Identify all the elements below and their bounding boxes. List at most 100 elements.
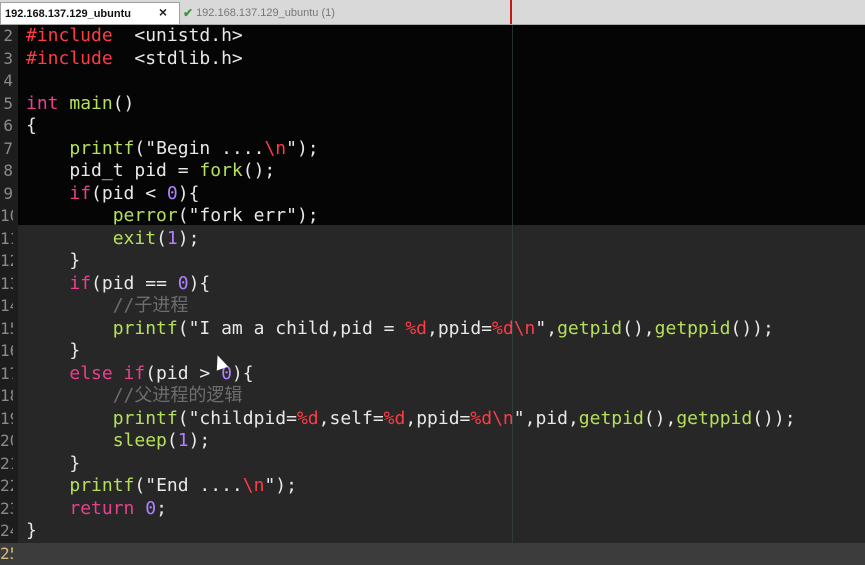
line-number: 9 [0,183,13,206]
tab-ubuntu-session[interactable]: 192.168.137.129_ubuntu × [0,2,180,24]
code-line[interactable]: 16 } [0,340,865,363]
code-token: (pid == [91,273,178,294]
code-token: ("fork err"); [178,205,319,226]
code-line[interactable]: 8 pid_t pid = fork(); [0,160,865,183]
code-text: exit(1); [26,228,210,251]
code-token [26,205,113,226]
line-number: 2 [0,25,13,48]
code-token: 0 [167,183,178,204]
code-line[interactable]: 18 //父进程的逻辑 [0,385,865,408]
code-token: ("childpid= [178,408,297,429]
code-line[interactable]: 17 else if(pid > 0){ [0,363,865,386]
code-token: ("Begin .... [134,138,264,159]
check-icon: ✔ [183,6,193,20]
code-token: 0 [145,498,156,519]
code-token [26,498,69,519]
code-token: getppid [676,408,752,429]
code-token: sleep [113,430,167,451]
code-line[interactable]: 2 #include <unistd.h> [0,25,865,48]
code-text: printf("I am a child,pid = %d,ppid=%d\n"… [26,318,774,341]
tab-label: 192.168.137.129_ubuntu [5,8,131,20]
code-line[interactable]: 19 printf("childpid=%d,self=%d,ppid=%d\n… [0,408,865,431]
code-token: (); [243,160,276,181]
code-token: (), [644,408,677,429]
code-token: perror [113,205,178,226]
code-line[interactable]: 20 sleep(1); [0,430,865,453]
code-token: pid_t pid = [26,160,199,181]
code-token [26,273,69,294]
code-token: %d [384,408,406,429]
code-token: <stdlib.h> [113,48,243,69]
code-text: } [26,453,80,476]
code-token: } [26,340,80,361]
code-token: 1 [167,228,178,249]
code-token: //父进程的逻辑 [113,385,243,406]
code-token: ; [156,498,167,519]
line-number: 10 [0,205,13,228]
code-text: int main() [26,93,134,116]
code-line[interactable]: 5int main() [0,93,865,116]
code-line[interactable]: 22 printf("End ....\n"); [0,475,865,498]
code-text: if(pid < 0){ [26,183,199,206]
code-token: fork [199,160,242,181]
code-token: (pid > [145,363,221,384]
code-line[interactable]: 4 [0,70,865,93]
tab-drop-marker [510,0,512,24]
code-text: } [26,340,80,363]
code-token: getppid [655,318,731,339]
code-token [26,475,69,496]
code-token [26,295,113,316]
code-line[interactable]: 23 return 0; [0,498,865,521]
code-token: printf [69,475,134,496]
code-line[interactable]: 14 //子进程 [0,295,865,318]
code-token: \n [264,138,286,159]
line-number: 24 [0,520,13,543]
code-line[interactable]: 11 exit(1); [0,228,865,251]
code-text: if(pid == 0){ [26,273,210,296]
code-line[interactable]: 3#include <stdlib.h> [0,48,865,71]
code-lines: 2#include <unistd.h>3#include <stdlib.h>… [0,25,865,565]
line-number: 13 [0,273,13,296]
code-token: (), [622,318,655,339]
code-text: } [26,520,37,543]
code-token: %d [297,408,319,429]
code-line[interactable]: 12 } [0,250,865,273]
code-line[interactable]: 24} [0,520,865,543]
code-line[interactable]: 15 printf("I am a child,pid = %d,ppid=%d… [0,318,865,341]
code-token: "); [264,475,297,496]
code-token: printf [113,318,178,339]
code-token: { [26,115,37,136]
code-token: getpid [579,408,644,429]
code-editor[interactable]: 2#include <unistd.h>3#include <stdlib.h>… [0,25,865,563]
line-number: 23 [0,498,13,521]
code-token: } [26,520,37,541]
code-token: \n [492,408,514,429]
code-line[interactable]: 10 perror("fork err"); [0,205,865,228]
code-text: printf("childpid=%d,self=%d,ppid=%d\n",p… [26,408,796,431]
code-line[interactable]: 6{ [0,115,865,138]
code-token [59,93,70,114]
code-text: #include <unistd.h> [26,25,243,48]
code-line[interactable]: 9 if(pid < 0){ [0,183,865,206]
code-line[interactable]: 7 printf("Begin ....\n"); [0,138,865,161]
code-token: ("I am a child,pid = [178,318,406,339]
code-token: ); [178,228,211,249]
code-line[interactable]: 25 [0,543,865,565]
tab-ubuntu-session-1[interactable]: ✔ 192.168.137.129_ubuntu (1) [181,2,361,24]
code-token: %d [405,318,427,339]
code-line[interactable]: 21 } [0,453,865,476]
code-token [26,318,113,339]
line-number: 12 [0,250,13,273]
close-icon[interactable]: × [159,4,167,20]
code-token: #include [26,25,113,46]
line-number: 15 [0,318,13,341]
code-token: ,ppid= [427,318,492,339]
code-token: return [69,498,134,519]
code-text: //父进程的逻辑 [26,385,242,408]
code-token: %d [492,318,514,339]
code-text: { [26,115,37,138]
line-number: 6 [0,115,13,138]
code-line[interactable]: 13 if(pid == 0){ [0,273,865,296]
line-number: 18 [0,385,13,408]
line-number: 3 [0,48,13,71]
